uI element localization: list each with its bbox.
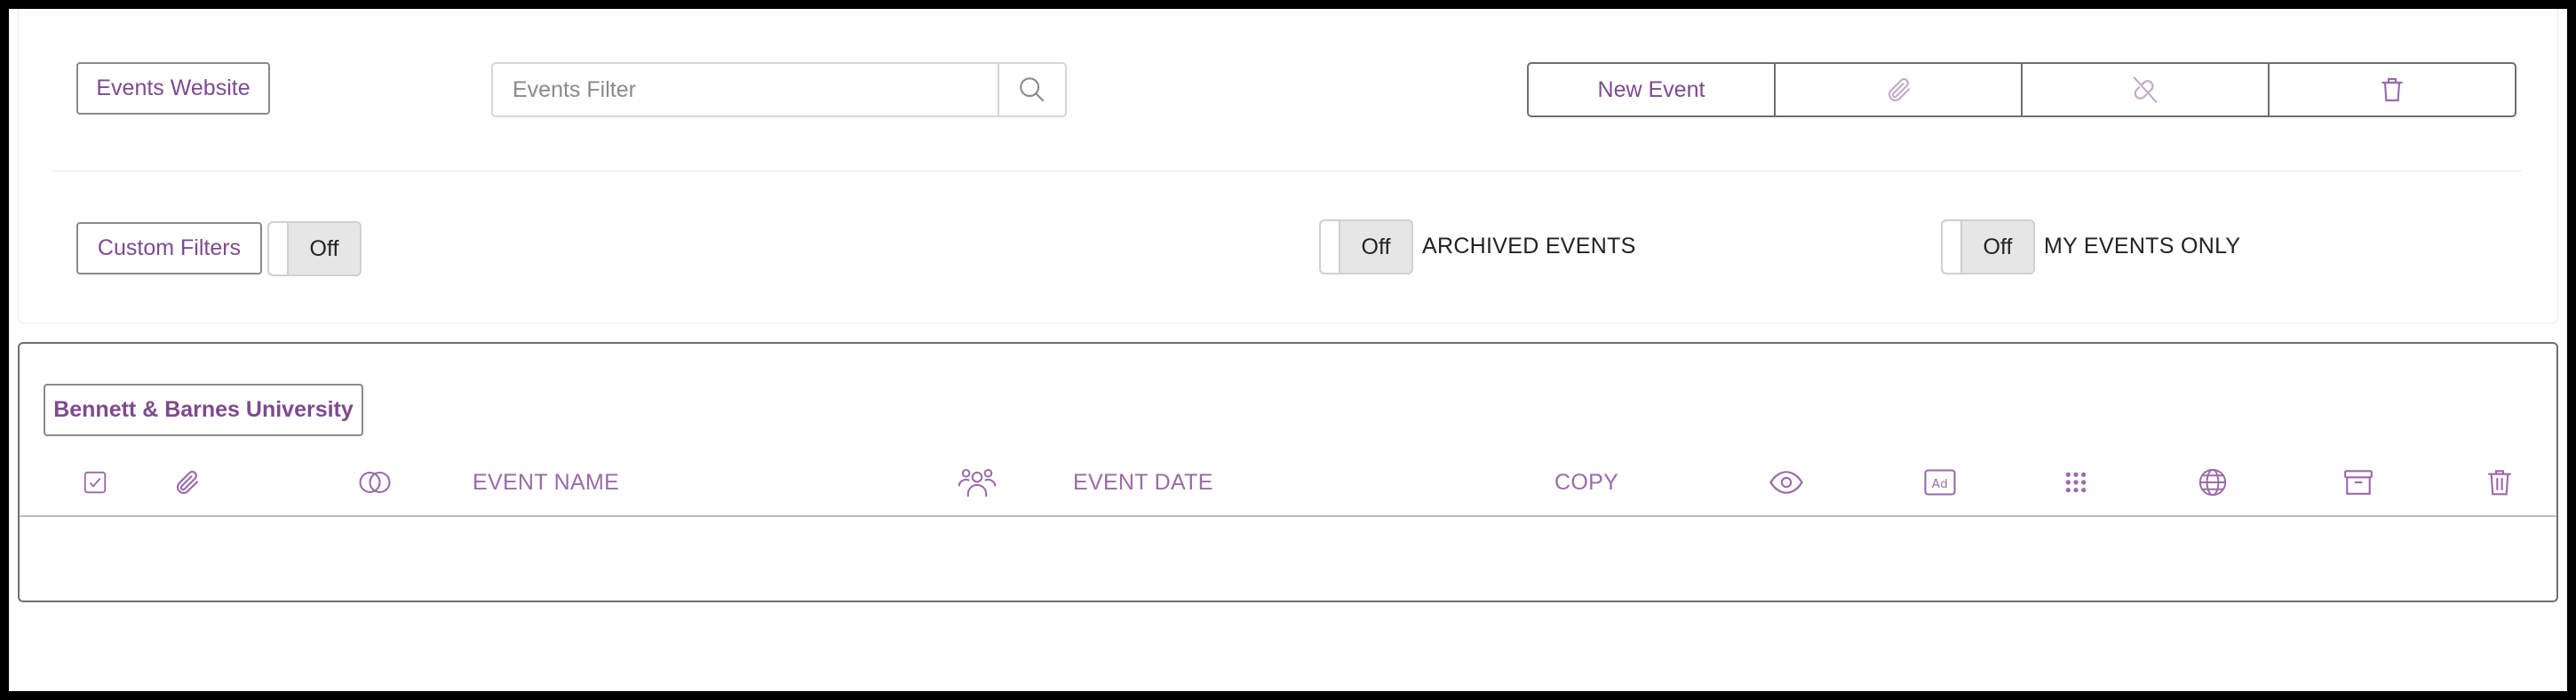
overlap-circles-icon (359, 471, 391, 494)
web-column[interactable] (2198, 465, 2228, 500)
custom-filters-button[interactable]: Custom Filters (76, 222, 262, 274)
table-header-divider (20, 515, 2556, 517)
toggle-state: Off (309, 235, 339, 261)
events-table: Bennett & Barnes University EVENT NAME E… (18, 342, 2558, 602)
column-event-date[interactable]: EVENT DATE (1073, 465, 1213, 500)
svg-text:Ad: Ad (1932, 477, 1948, 491)
toggle-state: Off (1983, 234, 2013, 259)
toggle-knob (269, 223, 289, 274)
attach-button[interactable] (1774, 64, 2021, 115)
event-actions-group: New Event (1527, 62, 2516, 117)
delete-button[interactable] (2268, 64, 2515, 115)
my-events-only-label: MY EVENTS ONLY (2044, 234, 2241, 259)
column-event-name[interactable]: EVENT NAME (473, 465, 619, 500)
toolbar-card: Events Website New Event (18, 9, 2558, 324)
attachments-column[interactable] (172, 465, 201, 500)
unlink-icon (2133, 76, 2158, 103)
trash-icon (2487, 470, 2512, 496)
dots-grid-icon (2065, 472, 2087, 493)
paperclip-icon (1888, 77, 1911, 102)
archive-icon (2344, 470, 2373, 495)
events-filter-input[interactable] (493, 64, 998, 115)
events-website-button[interactable]: Events Website (76, 62, 270, 115)
attendees-column[interactable] (958, 465, 997, 500)
search-icon (1020, 77, 1045, 102)
overlap-column[interactable] (355, 465, 394, 500)
checkbox-icon (83, 471, 107, 494)
toggle-knob (1321, 221, 1340, 273)
ad-icon: Ad (1924, 469, 1956, 496)
paperclip-icon (176, 470, 199, 495)
custom-filters-toggle[interactable]: Off (267, 221, 362, 276)
select-all-checkbox[interactable] (82, 465, 108, 500)
search-button[interactable] (998, 64, 1065, 115)
view-column[interactable] (1769, 465, 1803, 500)
grid-column[interactable] (2064, 465, 2087, 500)
ad-column[interactable]: Ad (1924, 465, 1956, 500)
column-copy[interactable]: COPY (1554, 465, 1618, 500)
archived-events-toggle[interactable]: Off (1319, 219, 1413, 274)
new-event-button[interactable]: New Event (1529, 64, 1774, 115)
my-events-only-toggle[interactable]: Off (1941, 219, 2035, 274)
organization-button[interactable]: Bennett & Barnes University (44, 384, 363, 436)
globe-icon (2198, 468, 2227, 497)
app-frame: Events Website New Event (9, 9, 2567, 691)
remove-column[interactable] (2485, 465, 2514, 500)
trash-icon (2381, 77, 2403, 102)
people-icon (958, 468, 997, 497)
events-filter (491, 62, 1067, 117)
archived-events-label: ARCHIVED EVENTS (1422, 234, 1636, 259)
eye-icon (1769, 471, 1803, 494)
toggle-state: Off (1361, 234, 1391, 259)
toggle-knob (1943, 221, 1962, 273)
archive-column[interactable] (2343, 465, 2373, 500)
unlink-button[interactable] (2021, 64, 2268, 115)
